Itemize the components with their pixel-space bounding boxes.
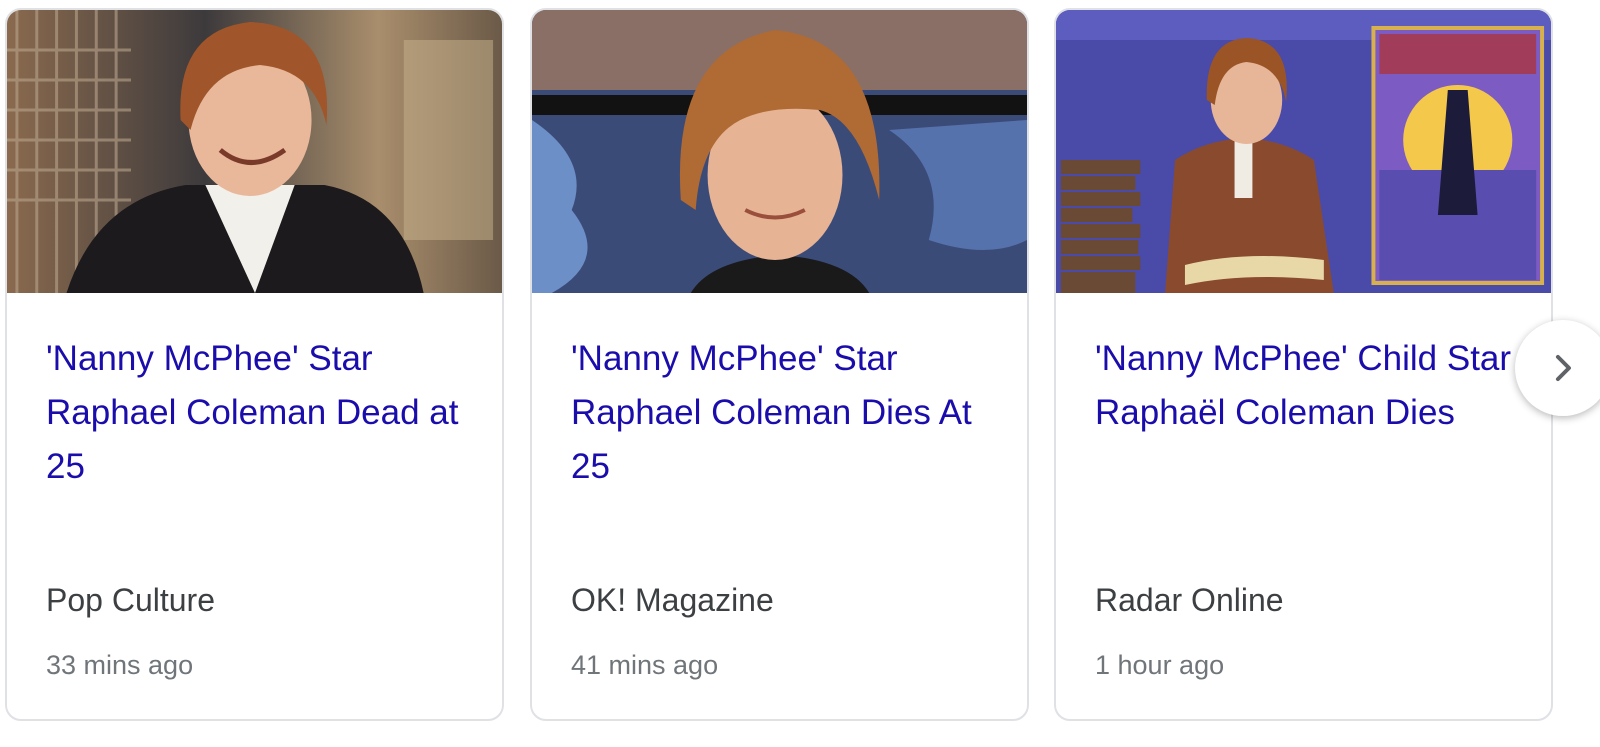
news-card-source: OK! Magazine: [571, 582, 774, 618]
news-card-timestamp: 1 hour ago: [1095, 650, 1225, 680]
chevron-right-icon: [1555, 354, 1571, 382]
news-card-timestamp: 33 mins ago: [46, 650, 194, 680]
news-card-title[interactable]: 'Nanny McPhee' Star Raphael Coleman Dead…: [46, 332, 476, 494]
news-thumbnail-image[interactable]: [532, 10, 1027, 293]
news-thumbnail-image[interactable]: [7, 10, 502, 293]
news-thumbnail-image[interactable]: [1056, 10, 1551, 293]
news-card-timestamp: 41 mins ago: [571, 650, 719, 680]
news-card[interactable]: 'Nanny McPhee' Star Raphael Coleman Dies…: [530, 8, 1029, 721]
news-card-source: Pop Culture: [46, 582, 215, 618]
news-carousel: 'Nanny McPhee' Star Raphael Coleman Dead…: [0, 0, 1600, 747]
news-card-title[interactable]: 'Nanny McPhee' Child Star Raphaël Colema…: [1095, 332, 1525, 440]
news-card-source: Radar Online: [1095, 582, 1284, 618]
news-card-title[interactable]: 'Nanny McPhee' Star Raphael Coleman Dies…: [571, 332, 1001, 494]
news-card[interactable]: 'Nanny McPhee' Child Star Raphaël Colema…: [1054, 8, 1553, 721]
news-card[interactable]: 'Nanny McPhee' Star Raphael Coleman Dead…: [5, 8, 504, 721]
carousel-next-button[interactable]: [1515, 320, 1600, 416]
